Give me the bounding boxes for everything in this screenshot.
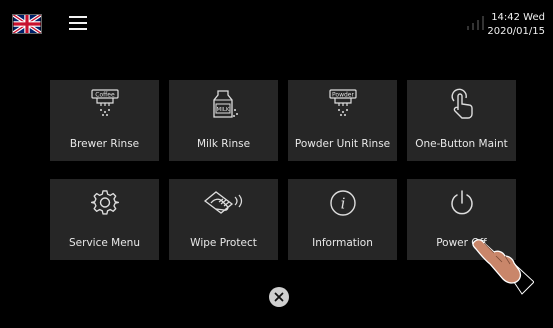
date-text: 2020/01/15 — [487, 26, 545, 37]
svg-text:MILK: MILK — [216, 107, 229, 113]
svg-text:Coffee: Coffee — [95, 92, 115, 99]
info-icon: i — [329, 190, 356, 216]
one-button-maint-button[interactable]: One-Button Maint — [407, 80, 516, 161]
power-icon — [450, 190, 473, 215]
powder-rinse-icon: Powder — [328, 89, 357, 116]
gear-icon — [90, 190, 119, 215]
svg-text:i: i — [340, 195, 345, 213]
maintenance-grid: Coffee Brewer Rinse MILK Milk Rinse Powd… — [50, 80, 516, 260]
powder-unit-rinse-label: Powder Unit Rinse — [294, 138, 391, 150]
powder-unit-rinse-button[interactable]: Powder Powder Unit Rinse — [288, 80, 397, 161]
signal-strength-icon — [467, 16, 484, 30]
top-bar: 14:42 Wed 2020/01/15 — [0, 0, 553, 44]
touch-icon — [451, 88, 473, 119]
brewer-rinse-button[interactable]: Coffee Brewer Rinse — [50, 80, 159, 161]
hamburger-menu-icon[interactable] — [69, 16, 87, 30]
wipe-protect-button[interactable]: Wipe Protect — [169, 179, 278, 260]
milk-rinse-button[interactable]: MILK Milk Rinse — [169, 80, 278, 161]
information-button[interactable]: i Information — [288, 179, 397, 260]
one-button-maint-label: One-Button Maint — [415, 138, 508, 150]
brewer-rinse-label: Brewer Rinse — [69, 138, 140, 150]
brewer-rinse-icon: Coffee — [90, 89, 119, 116]
clock: 14:42 Wed 2020/01/15 — [487, 11, 545, 39]
uk-flag-icon[interactable] — [12, 14, 42, 34]
information-label: Information — [312, 237, 373, 249]
time-text: 14:42 Wed — [491, 12, 545, 23]
pointing-hand-icon — [472, 239, 534, 295]
wipe-icon — [203, 191, 242, 214]
close-icon[interactable] — [269, 287, 289, 307]
wipe-protect-label: Wipe Protect — [190, 237, 257, 249]
service-menu-button[interactable]: Service Menu — [50, 179, 159, 260]
svg-text:Powder: Powder — [332, 92, 354, 99]
service-menu-label: Service Menu — [69, 237, 140, 249]
milk-rinse-label: Milk Rinse — [196, 138, 251, 150]
milk-rinse-icon: MILK — [212, 90, 238, 118]
